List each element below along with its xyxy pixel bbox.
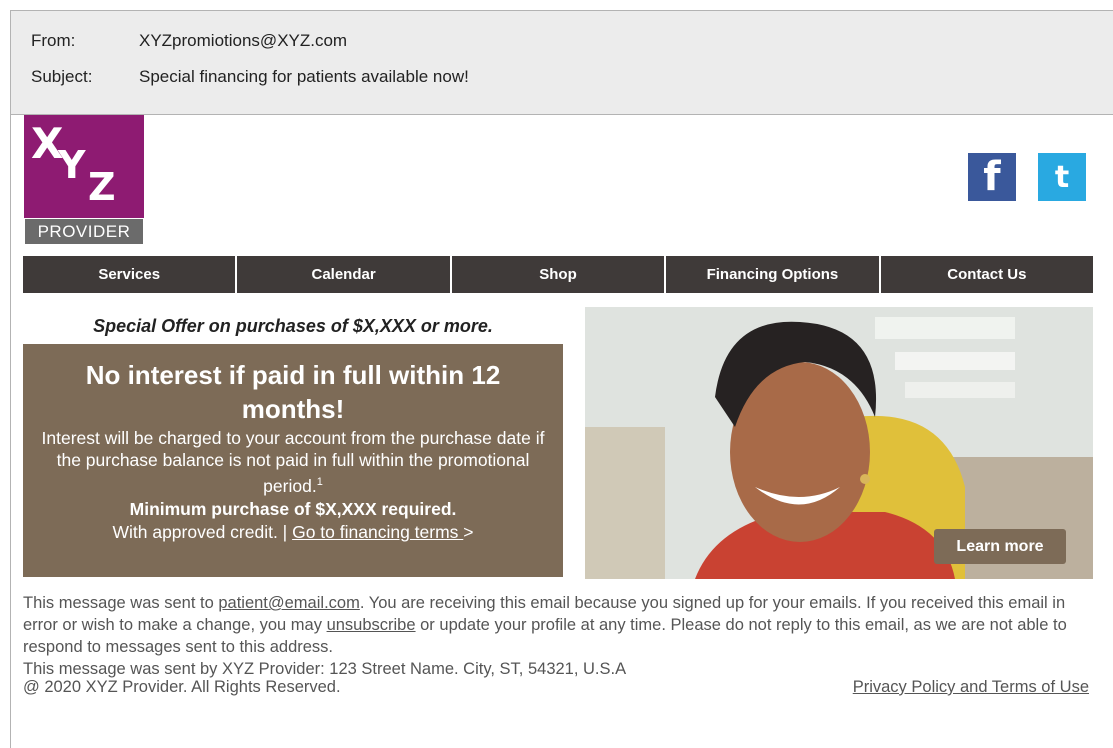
nav-financing-options[interactable]: Financing Options <box>666 256 881 293</box>
xyz-provider-logo: X Y Z PROVIDER <box>24 115 144 245</box>
subject-row: Subject: Special financing for patients a… <box>31 67 469 87</box>
copyright-text: @ 2020 XYZ Provider. All Rights Reserved… <box>23 678 341 696</box>
subject-label: Subject: <box>31 67 93 86</box>
offer-approved: With approved credit. | Go to financing … <box>23 521 563 543</box>
approved-text: With approved credit. | <box>112 521 293 542</box>
patient-email-link[interactable]: patient@email.com <box>218 594 359 612</box>
footer-disclaimer: This message was sent to patient@email.c… <box>23 592 1098 680</box>
offer-minimum: Minimum purchase of $X,XXX required. <box>129 498 457 519</box>
facebook-icon[interactable]: f <box>968 153 1016 201</box>
nav-calendar[interactable]: Calendar <box>237 256 452 293</box>
privacy-terms-link[interactable]: Privacy Policy and Terms of Use <box>853 678 1089 697</box>
unsubscribe-link[interactable]: unsubscribe <box>327 616 416 634</box>
sent-to-prefix: This message was sent to <box>23 594 219 612</box>
offer-body-text: Interest will be charged to your account… <box>41 428 545 496</box>
offer-headline: No interest if paid in full within 12 mo… <box>85 360 501 424</box>
from-value: XYZpromiotions@XYZ.com <box>139 31 348 50</box>
logo-letter-y: Y <box>58 143 86 187</box>
sent-by-text: This message was sent by XYZ Provider: 1… <box>23 660 627 678</box>
nav-contact-us[interactable]: Contact Us <box>880 256 1094 293</box>
email-header: From: XYZpromiotions@XYZ.com Subject: Spec… <box>11 11 1113 115</box>
special-offer-heading: Special Offer on purchases of $X,XXX or … <box>93 316 493 336</box>
chevron-right-icon[interactable]: > <box>463 522 473 542</box>
offer-box: No interest if paid in full within 12 mo… <box>23 344 563 577</box>
from-label: From: <box>31 31 76 50</box>
nav-shop[interactable]: Shop <box>451 256 667 293</box>
subject-value: Special financing for patients available… <box>139 67 469 86</box>
financing-terms-link[interactable]: Go to financing terms <box>292 522 463 542</box>
from-row: From: XYZpromiotions@XYZ.com <box>31 31 347 51</box>
twitter-icon[interactable]: t <box>1038 153 1086 201</box>
logo-mark: X Y Z <box>24 115 144 218</box>
learn-more-button[interactable]: Learn more <box>934 529 1066 564</box>
main-nav: Services Calendar Shop Financing Options… <box>23 256 1094 293</box>
footnote-mark: 1 <box>316 476 323 488</box>
logo-sublabel: PROVIDER <box>24 218 144 245</box>
logo-letter-z: Z <box>88 165 116 209</box>
nav-services[interactable]: Services <box>23 256 238 293</box>
offer-body: Interest will be charged to your account… <box>23 427 563 497</box>
